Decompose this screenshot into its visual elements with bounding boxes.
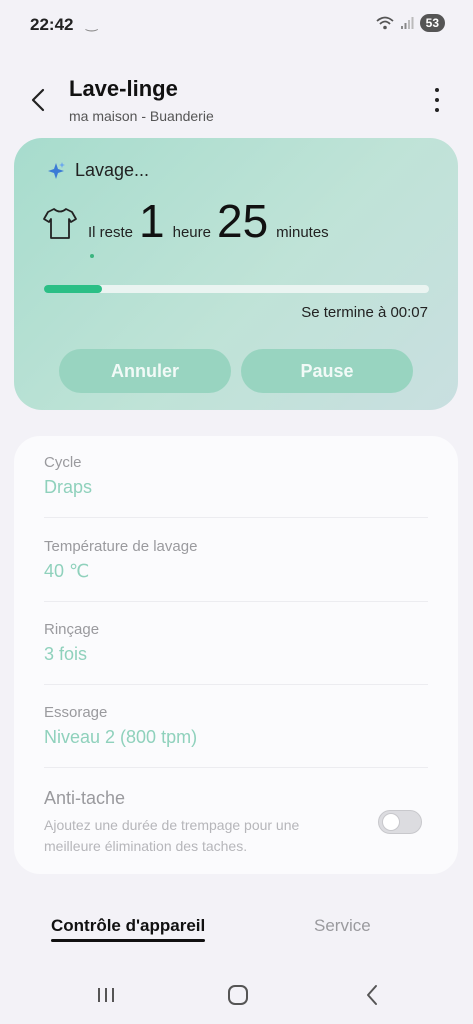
system-back-button[interactable] bbox=[358, 983, 386, 1007]
anti-stain-toggle[interactable] bbox=[378, 810, 422, 834]
tab-service[interactable]: Service bbox=[314, 916, 371, 936]
wash-state-label: Lavage... bbox=[75, 160, 150, 180]
active-tab-indicator bbox=[51, 939, 205, 942]
page-title: Lave-linge bbox=[69, 76, 178, 101]
page-subtitle: ma maison - Buanderie bbox=[69, 108, 214, 124]
status-time: 22:42 bbox=[30, 15, 74, 34]
back-button[interactable] bbox=[24, 86, 52, 114]
wash-status-card: Lavage... Il reste 1 heure 25 minutes Se… bbox=[14, 138, 458, 410]
sparkle-icon bbox=[48, 161, 65, 179]
status-bar: 22:42 ‿ 53 bbox=[0, 0, 473, 50]
remaining-time: Il reste 1 heure 25 minutes bbox=[42, 198, 335, 248]
divider bbox=[44, 684, 428, 685]
end-time-text: Se termine à 00:07 bbox=[301, 304, 428, 321]
remaining-hours: 1 bbox=[139, 195, 165, 247]
pause-button[interactable]: Pause bbox=[241, 349, 413, 393]
setting-label: Température de lavage bbox=[44, 538, 198, 555]
status-icons: 53 bbox=[376, 14, 445, 32]
home-button[interactable] bbox=[224, 983, 252, 1007]
anti-stain-description: Ajoutez une durée de trempage pour une m… bbox=[44, 817, 300, 854]
more-options-button[interactable] bbox=[429, 88, 445, 112]
setting-spin[interactable]: Essorage Niveau 2 (800 tpm) bbox=[44, 704, 428, 748]
hours-unit: heure bbox=[172, 224, 211, 241]
wash-state-row: Lavage... bbox=[46, 160, 149, 181]
cancel-button[interactable]: Annuler bbox=[59, 349, 231, 393]
battery-indicator: 53 bbox=[419, 14, 445, 32]
system-nav-bar bbox=[0, 975, 473, 1015]
toggle-knob bbox=[382, 813, 400, 831]
shirt-icon bbox=[43, 208, 77, 239]
divider bbox=[44, 767, 428, 768]
status-dash: ‿ bbox=[86, 15, 98, 31]
divider bbox=[44, 601, 428, 602]
remaining-prefix: Il reste bbox=[88, 224, 134, 241]
back-arrow-icon bbox=[31, 88, 45, 112]
setting-cycle[interactable]: Cycle Draps bbox=[44, 454, 428, 498]
setting-label: Rinçage bbox=[44, 621, 100, 638]
wifi-icon bbox=[376, 16, 394, 30]
setting-value: 3 fois bbox=[44, 644, 88, 664]
recent-apps-button[interactable] bbox=[92, 983, 120, 1007]
setting-value: Draps bbox=[44, 477, 93, 497]
more-vertical-icon bbox=[435, 88, 439, 92]
recent-apps-icon bbox=[98, 988, 114, 1002]
setting-anti-stain: Anti-tache Ajoutez une durée de trempage… bbox=[44, 788, 428, 857]
divider bbox=[44, 517, 428, 518]
setting-label: Cycle bbox=[44, 454, 82, 471]
indicator-dot bbox=[90, 254, 94, 258]
back-icon bbox=[367, 985, 377, 1005]
setting-value: 40 ℃ bbox=[44, 561, 90, 581]
settings-card: Cycle Draps Température de lavage 40 ℃ R… bbox=[14, 436, 458, 874]
anti-stain-title: Anti-tache bbox=[44, 788, 126, 808]
setting-value: Niveau 2 (800 tpm) bbox=[44, 727, 198, 747]
tab-device-control[interactable]: Contrôle d'appareil bbox=[51, 916, 205, 936]
app-header: Lave-linge ma maison - Buanderie bbox=[0, 70, 473, 130]
setting-temperature[interactable]: Température de lavage 40 ℃ bbox=[44, 538, 428, 582]
setting-rinse[interactable]: Rinçage 3 fois bbox=[44, 621, 428, 665]
signal-icon bbox=[400, 17, 414, 29]
home-icon bbox=[228, 985, 248, 1005]
minutes-unit: minutes bbox=[276, 224, 329, 241]
progress-bar bbox=[44, 285, 429, 293]
remaining-minutes: 25 bbox=[216, 195, 269, 247]
setting-label: Essorage bbox=[44, 704, 108, 721]
progress-fill bbox=[44, 285, 102, 293]
